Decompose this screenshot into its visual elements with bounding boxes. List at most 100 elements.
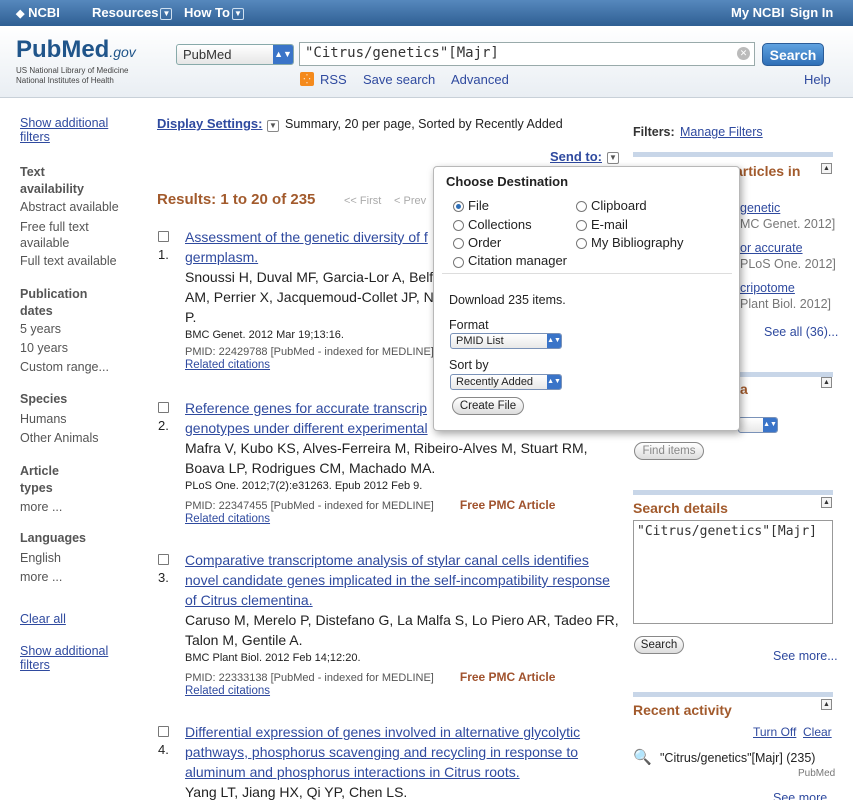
- search-details-textarea[interactable]: "Citrus/genetics"[Majr]: [633, 520, 833, 624]
- result-checkbox[interactable]: [158, 402, 169, 413]
- filter-option[interactable]: 10 years: [20, 341, 68, 355]
- filter-option[interactable]: Abstract available: [20, 200, 119, 214]
- related-citations-link[interactable]: Related citations: [185, 359, 434, 371]
- free-pmc-article-link[interactable]: Free PMC Article: [460, 670, 556, 684]
- radio-my-bibliography[interactable]: [576, 238, 587, 249]
- create-file-button[interactable]: Create File: [452, 397, 524, 415]
- see-all-link[interactable]: See all (36)...: [764, 325, 838, 339]
- option-clipboard[interactable]: Clipboard: [591, 198, 647, 213]
- first-page-link[interactable]: << First: [344, 195, 381, 207]
- turn-off-link[interactable]: Turn Off: [753, 725, 796, 739]
- result-title[interactable]: germplasm.: [185, 247, 434, 267]
- result-authors: Mafra V, Kubo KS, Alves-Ferreira M, Ribe…: [185, 440, 588, 456]
- pubmed-logo[interactable]: PubMed.gov: [16, 36, 136, 64]
- option-my-bibliography[interactable]: My Bibliography: [591, 235, 684, 250]
- see-more-link[interactable]: See more...: [773, 649, 838, 663]
- sort-select[interactable]: Recently Added ▲▼: [450, 374, 562, 390]
- advanced-link[interactable]: Advanced: [451, 72, 509, 87]
- result-journal: PLoS One. 2012;7(2):e31263. Epub 2012 Fe…: [185, 480, 423, 492]
- result-title[interactable]: of Citrus clementina.: [185, 590, 619, 610]
- display-settings-link[interactable]: Display Settings:: [157, 116, 262, 131]
- option-collections[interactable]: Collections: [468, 217, 532, 232]
- filter-group-heading: Article types: [20, 464, 59, 495]
- related-articles-title: articles in: [735, 163, 801, 179]
- collapse-icon[interactable]: ▲: [821, 497, 832, 508]
- option-file[interactable]: File: [468, 198, 489, 213]
- find-items-select[interactable]: ▲▼: [738, 417, 778, 433]
- format-select[interactable]: PMID List ▲▼: [450, 333, 562, 349]
- find-items-button[interactable]: Find items: [634, 442, 704, 460]
- prev-page-link[interactable]: < Prev: [394, 195, 426, 207]
- result-checkbox[interactable]: [158, 726, 169, 737]
- search-details-button[interactable]: Search: [634, 636, 684, 654]
- my-ncbi-link[interactable]: My NCBI: [731, 5, 784, 20]
- sign-in-link[interactable]: Sign In: [790, 5, 833, 20]
- result-title[interactable]: Differential expression of genes involve…: [185, 722, 580, 742]
- send-to-dropdown[interactable]: ▼: [605, 149, 619, 164]
- related-citations-link[interactable]: Related citations: [185, 513, 588, 525]
- result-checkbox[interactable]: [158, 554, 169, 565]
- see-more-link[interactable]: See more...: [773, 791, 838, 800]
- clear-all-link[interactable]: Clear all: [20, 612, 66, 626]
- result-title[interactable]: Assessment of the genetic diversity of f: [185, 227, 434, 247]
- radio-citation-manager[interactable]: [453, 257, 464, 268]
- result-title[interactable]: pathways, phosphorus scavenging and recy…: [185, 742, 580, 762]
- result-number: 1.: [158, 247, 169, 262]
- result-checkbox[interactable]: [158, 231, 169, 242]
- option-citation-manager[interactable]: Citation manager: [468, 253, 567, 268]
- rss-icon[interactable]: ⁛: [300, 72, 314, 86]
- filter-option[interactable]: Humans: [20, 412, 67, 426]
- collapse-icon[interactable]: ▲: [821, 699, 832, 710]
- result-authors: Boava LP, Rodrigues CM, Machado MA.: [185, 460, 436, 476]
- send-to-link[interactable]: Send to:: [550, 149, 602, 164]
- radio-clipboard[interactable]: [576, 201, 587, 212]
- related-article-link[interactable]: cripotome: [740, 281, 795, 295]
- logo-gov: .gov: [109, 44, 136, 60]
- recent-query-link[interactable]: "Citrus/genetics"[Majr] (235): [660, 751, 815, 765]
- radio-order[interactable]: [453, 238, 464, 249]
- display-settings-dropdown[interactable]: ▼: [265, 117, 279, 132]
- free-pmc-article-link[interactable]: Free PMC Article: [460, 498, 556, 512]
- database-select[interactable]: PubMed ▲▼: [176, 44, 294, 65]
- filter-option[interactable]: English: [20, 551, 61, 565]
- filter-option[interactable]: 5 years: [20, 322, 61, 336]
- result-title[interactable]: novel candidate genes implicated in the …: [185, 570, 619, 590]
- howto-menu[interactable]: How To ▼: [184, 5, 244, 20]
- show-additional-filters-bottom[interactable]: Show additional filters: [20, 644, 120, 672]
- search-button[interactable]: Search: [762, 43, 824, 66]
- result-title[interactable]: aluminum and phosphorus interactions in …: [185, 762, 580, 782]
- filter-option[interactable]: Other Animals: [20, 431, 99, 445]
- search-input[interactable]: "Citrus/genetics"[Majr]: [299, 42, 755, 66]
- rss-link[interactable]: RSS: [320, 72, 347, 87]
- clear-icon[interactable]: ✕: [737, 47, 750, 60]
- option-email[interactable]: E-mail: [591, 217, 628, 232]
- result-authors: Talon M, Gentile A.: [185, 632, 303, 648]
- radio-email[interactable]: [576, 220, 587, 231]
- chevron-down-icon: ▼: [267, 119, 279, 132]
- collapse-icon[interactable]: ▲: [821, 163, 832, 174]
- option-order[interactable]: Order: [468, 235, 501, 250]
- resources-menu[interactable]: Resources ▼: [92, 5, 173, 20]
- filter-option[interactable]: more ...: [20, 500, 62, 514]
- manage-filters-link[interactable]: Manage Filters: [680, 125, 763, 139]
- related-citations-link[interactable]: Related citations: [185, 685, 619, 697]
- help-link[interactable]: Help: [804, 72, 831, 87]
- related-article-link[interactable]: genetic: [740, 201, 780, 215]
- save-search-link[interactable]: Save search: [363, 72, 435, 87]
- collapse-icon[interactable]: ▲: [821, 377, 832, 388]
- radio-collections[interactable]: [453, 220, 464, 231]
- filter-option[interactable]: Free full text available: [20, 219, 100, 251]
- popup-divider: [442, 273, 732, 274]
- related-article-link[interactable]: or accurate: [740, 241, 803, 255]
- radio-file[interactable]: [453, 201, 464, 212]
- clear-link[interactable]: Clear: [803, 725, 832, 739]
- filter-option[interactable]: Custom range...: [20, 360, 109, 374]
- search-icon: 🔍: [633, 749, 652, 766]
- result-title[interactable]: Comparative transcriptome analysis of st…: [185, 550, 619, 570]
- filter-group-heading: Text availability: [20, 165, 84, 196]
- ncbi-logo[interactable]: ◆ NCBI: [16, 5, 60, 20]
- filter-option[interactable]: more ...: [20, 570, 62, 584]
- filter-option[interactable]: Full text available: [20, 254, 117, 268]
- show-additional-filters-top[interactable]: Show additional filters: [20, 116, 120, 144]
- chevron-down-icon: ▼: [607, 151, 619, 164]
